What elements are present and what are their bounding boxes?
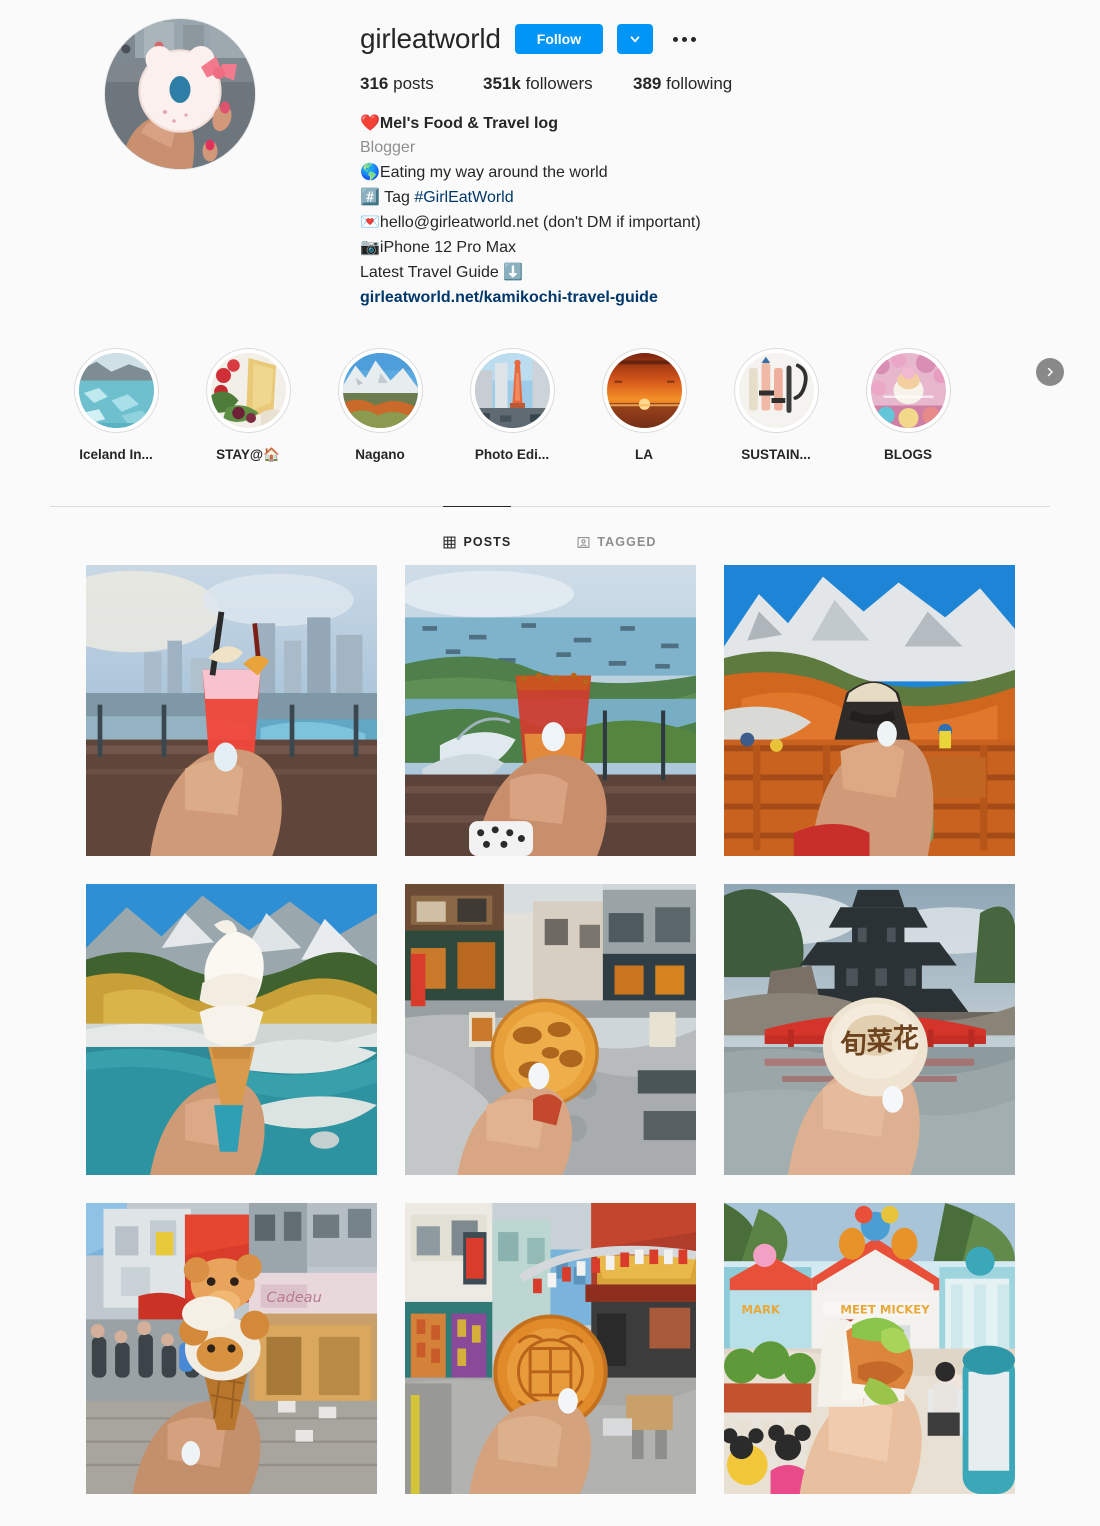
avatar-column [0, 18, 360, 310]
profile-stats: 316 posts 351k followers 389 following [360, 74, 990, 94]
follow-button[interactable]: Follow [514, 24, 604, 54]
highlight-label: LA [635, 447, 653, 462]
post-thumbnail[interactable] [85, 884, 377, 1175]
camera-emoji: 📷 [360, 237, 380, 256]
highlight-label: Iceland In... [79, 447, 153, 462]
highlight-thumbnail [78, 353, 154, 428]
highlight-label: Photo Edi... [474, 447, 550, 462]
tab-tagged[interactable]: TAGGED [577, 506, 656, 560]
highlight-label: BLOGS [883, 447, 932, 462]
profile-header: girleatworld Follow 316 posts 351k follo… [0, 0, 1100, 310]
svg-text:MEET MICKEY: MEET MICKEY [840, 1303, 930, 1317]
highlight-thumbnail [870, 353, 946, 428]
heart-emoji: ❤️ [360, 113, 380, 132]
profile-info-column: girleatworld Follow 316 posts 351k follo… [360, 18, 1100, 310]
svg-text:MARK: MARK [741, 1303, 781, 1317]
posts-label: posts [393, 74, 434, 93]
post-thumbnail[interactable]: 旬菜花 [723, 884, 1015, 1175]
bio-line-tag-text: Tag [379, 189, 415, 206]
post-thumbnail[interactable] [404, 565, 696, 856]
highlight-la[interactable]: LA [578, 348, 710, 463]
highlight-ring [205, 348, 291, 433]
post-thumbnail[interactable] [723, 565, 1015, 856]
bio-line-camera-text: iPhone 12 Pro Max [379, 239, 516, 256]
dot-2 [681, 36, 687, 42]
highlight-iceland[interactable]: Iceland In... [50, 348, 182, 463]
instagram-profile-page: girleatworld Follow 316 posts 351k follo… [0, 0, 1100, 1526]
bio-title-line: ❤️Mel's Food & Travel log [360, 111, 990, 136]
highlight-label: Nagano [355, 447, 405, 462]
following-label: following [666, 74, 733, 93]
posts-count: 316 [360, 74, 389, 93]
grid-icon [444, 536, 456, 548]
post-thumbnail[interactable]: Cadeau [85, 1203, 377, 1494]
globe-emoji: 🌎 [360, 162, 380, 181]
bio-website-link[interactable]: girleatworld.net/kamikochi-travel-guide [360, 286, 658, 310]
highlight-ring [469, 348, 555, 433]
bio-line-tag: #️⃣ Tag #GirlEatWorld [360, 185, 990, 210]
bio-line-world: 🌎Eating my way around the world [360, 160, 990, 185]
dot-1 [672, 36, 678, 42]
stat-posts: 316 posts [360, 74, 483, 94]
tagged-person-icon [577, 536, 590, 548]
highlight-ring [733, 348, 819, 433]
followers-count: 351k [483, 74, 521, 93]
post-thumbnail[interactable]: MEET MICKEY MARK [723, 1203, 1015, 1494]
username-row: girleatworld Follow [360, 18, 990, 60]
highlight-sustain[interactable]: SUSTAIN... [710, 348, 842, 463]
tab-tagged-label: TAGGED [597, 535, 657, 549]
bio-line-email: 💌hello@girleatworld.net (don't DM if imp… [360, 210, 990, 235]
post-thumbnail[interactable] [404, 884, 696, 1175]
page-title: girleatworld [360, 23, 501, 54]
svg-text:花: 花 [892, 1024, 918, 1054]
story-highlights: Iceland In... STAY@🏠 Nagano Photo Edi...… [0, 310, 1100, 463]
post-thumbnail[interactable] [85, 565, 377, 856]
posts-grid: 旬菜花 Cadeau MEET MICKEY MARK [0, 560, 1100, 1494]
followers-label: followers [525, 74, 593, 93]
more-options-icon[interactable] [667, 24, 701, 54]
highlight-thumbnail [606, 353, 682, 428]
love-letter-emoji: 💌 [360, 212, 380, 231]
highlight-thumbnail [738, 353, 814, 428]
avatar[interactable] [104, 18, 256, 170]
highlight-photo-edit[interactable]: Photo Edi... [446, 348, 578, 463]
tab-posts[interactable]: POSTS [443, 506, 512, 560]
highlight-label: STAY@🏠 [216, 447, 280, 462]
following-count: 389 [633, 74, 662, 93]
bio-title: Mel's Food & Travel log [379, 115, 558, 132]
chevron-right-icon[interactable] [1036, 358, 1064, 386]
highlight-stay[interactable]: STAY@🏠 [182, 348, 314, 463]
bio-line-camera: 📷iPhone 12 Pro Max [360, 235, 990, 260]
dot-3 [690, 36, 696, 42]
highlight-ring [73, 348, 159, 433]
profile-bio: ❤️Mel's Food & Travel log Blogger 🌎Eatin… [360, 111, 990, 310]
stat-followers[interactable]: 351k followers [483, 74, 633, 94]
bio-line-email-text: hello@girleatworld.net (don't DM if impo… [379, 214, 701, 231]
highlight-thumbnail [342, 353, 418, 428]
bio-line-world-text: Eating my way around the world [379, 164, 608, 181]
highlight-ring [865, 348, 951, 433]
highlight-thumbnail [474, 353, 550, 428]
bio-category: Blogger [360, 139, 416, 156]
down-arrow-emoji: ⬇️ [503, 262, 524, 281]
tab-posts-label: POSTS [463, 535, 512, 549]
highlight-nagano[interactable]: Nagano [314, 348, 446, 463]
hashtag-link[interactable]: #GirlEatWorld [414, 189, 513, 206]
highlight-blogs[interactable]: BLOGS [842, 348, 974, 463]
highlight-ring [337, 348, 423, 433]
stat-following[interactable]: 389 following [633, 74, 732, 94]
svg-text:旬: 旬 [840, 1029, 866, 1060]
hash-emoji: #️⃣ [360, 187, 380, 206]
highlight-ring [601, 348, 687, 433]
highlight-thumbnail [210, 353, 286, 428]
svg-text:Cadeau: Cadeau [266, 1289, 321, 1306]
profile-tabs: POSTS TAGGED [50, 506, 1050, 560]
highlight-label: SUSTAIN... [741, 447, 811, 462]
chevron-down-icon[interactable] [617, 24, 654, 54]
svg-text:菜: 菜 [865, 1027, 893, 1057]
bio-line-guide-text: Latest Travel Guide [360, 264, 504, 281]
bio-line-guide: Latest Travel Guide ⬇️ [360, 260, 990, 285]
post-thumbnail[interactable] [404, 1203, 696, 1494]
